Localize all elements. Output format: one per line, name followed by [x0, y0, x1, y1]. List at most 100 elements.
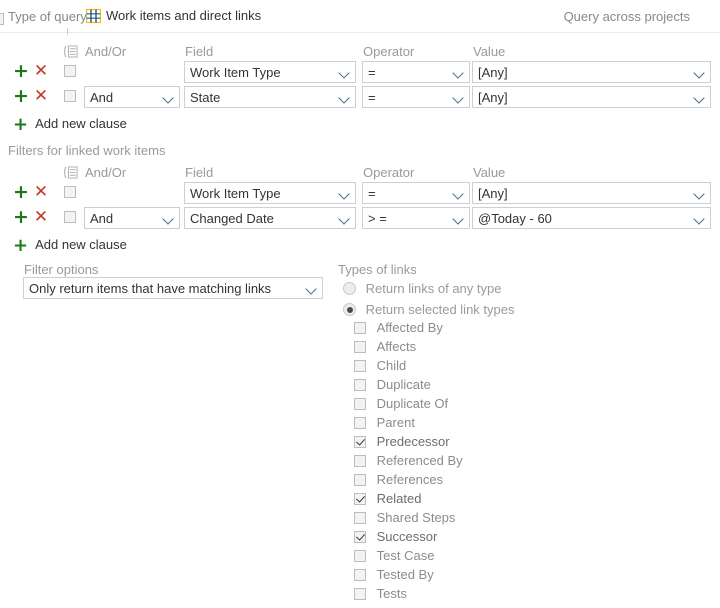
- chevron-down-icon: [307, 285, 316, 290]
- add-clause-icon[interactable]: +: [13, 207, 29, 227]
- column-header-and-or: And/Or: [85, 44, 127, 59]
- column-header-and-or: And/Or: [85, 165, 127, 180]
- filter-options-dropdown[interactable]: Only return items that have matching lin…: [23, 277, 323, 299]
- delete-clause-icon[interactable]: ✕: [33, 61, 49, 81]
- link-type-checkbox: [354, 492, 366, 505]
- link-type-label: Related: [376, 491, 422, 507]
- delete-clause-icon[interactable]: ✕: [33, 86, 49, 106]
- chevron-down-icon: [340, 215, 349, 220]
- top-bar: Type of query Work items and direct link…: [0, 0, 720, 32]
- field-dropdown[interactable]: Work Item Type: [184, 182, 356, 204]
- link-type-duplicate[interactable]: Duplicate: [354, 376, 431, 392]
- query-across-projects-label: Query across projects: [563, 9, 690, 24]
- link-type-test-case[interactable]: Test Case: [354, 547, 434, 563]
- group-clauses-icon[interactable]: [62, 166, 78, 179]
- operator-dropdown-value: > =: [368, 211, 387, 226]
- value-dropdown-value: [Any]: [478, 186, 508, 201]
- group-clauses-icon[interactable]: [62, 45, 78, 58]
- value-dropdown[interactable]: @Today - 60: [472, 207, 711, 229]
- add-clause-icon[interactable]: +: [13, 86, 29, 106]
- and-or-dropdown[interactable]: And: [84, 86, 180, 108]
- column-header-operator: Operator: [363, 165, 415, 180]
- row-select-checkbox[interactable]: [64, 211, 76, 223]
- link-type-tests[interactable]: Tests: [354, 585, 407, 601]
- link-type-referenced-by[interactable]: Referenced By: [354, 452, 463, 468]
- value-dropdown[interactable]: [Any]: [472, 182, 711, 204]
- link-type-duplicate-of[interactable]: Duplicate Of: [354, 395, 448, 411]
- add-clause-icon[interactable]: +: [13, 61, 29, 81]
- delete-clause-icon[interactable]: ✕: [33, 182, 49, 202]
- operator-dropdown[interactable]: =: [362, 86, 470, 108]
- operator-dropdown[interactable]: > =: [362, 207, 470, 229]
- chevron-down-icon: [164, 94, 173, 99]
- query-type-selector[interactable]: Work items and direct links: [85, 8, 262, 23]
- add-new-clause-button[interactable]: + Add new clause: [13, 114, 127, 135]
- operator-dropdown[interactable]: =: [362, 61, 470, 83]
- link-type-checkbox: [354, 340, 366, 353]
- link-type-successor[interactable]: Successor: [354, 528, 437, 544]
- link-type-affected-by[interactable]: Affected By: [354, 319, 443, 335]
- link-type-label: Successor: [376, 529, 438, 545]
- link-type-child[interactable]: Child: [354, 357, 406, 373]
- link-type-checkbox: [354, 359, 366, 372]
- radio-return-any-link-type[interactable]: Return links of any type: [343, 280, 501, 296]
- link-type-references[interactable]: References: [354, 471, 443, 487]
- value-dropdown-value: [Any]: [478, 65, 508, 80]
- radio-return-selected-link-types[interactable]: Return selected link types: [343, 301, 514, 317]
- add-new-clause-label: Add new clause: [35, 237, 127, 252]
- add-clause-icon[interactable]: +: [13, 182, 29, 202]
- link-type-checkbox: [354, 549, 366, 562]
- chevron-down-icon: [340, 69, 349, 74]
- field-dropdown[interactable]: Changed Date: [184, 207, 356, 229]
- chevron-down-icon: [454, 190, 463, 195]
- radio-label: Return links of any type: [365, 281, 502, 297]
- link-type-parent[interactable]: Parent: [354, 414, 415, 430]
- operator-dropdown-value: =: [368, 186, 376, 201]
- link-type-label: Child: [376, 358, 407, 374]
- grid-icon: [85, 8, 102, 23]
- link-type-affects[interactable]: Affects: [354, 338, 416, 354]
- chevron-down-icon: [340, 190, 349, 195]
- field-dropdown[interactable]: State: [184, 86, 356, 108]
- operator-dropdown[interactable]: =: [362, 182, 470, 204]
- field-dropdown[interactable]: Work Item Type: [184, 61, 356, 83]
- link-type-related[interactable]: Related: [354, 490, 421, 506]
- field-dropdown-value: Work Item Type: [190, 186, 281, 201]
- chevron-down-icon: [695, 94, 704, 99]
- value-dropdown-value: @Today - 60: [478, 211, 552, 226]
- field-dropdown-value: Changed Date: [190, 211, 274, 226]
- chevron-down-icon: [695, 69, 704, 74]
- value-dropdown[interactable]: [Any]: [472, 61, 711, 83]
- query-type-value: Work items and direct links: [106, 8, 262, 23]
- link-type-shared-steps[interactable]: Shared Steps: [354, 509, 455, 525]
- link-type-checkbox: [354, 416, 366, 429]
- link-type-label: Shared Steps: [376, 510, 456, 526]
- filter-options-value: Only return items that have matching lin…: [29, 281, 272, 296]
- link-type-checkbox: [354, 511, 366, 524]
- link-type-label: Tested By: [376, 567, 434, 583]
- table-row: + ✕ Work Item Type = [Any]: [0, 61, 720, 86]
- filter-options-label: Filter options: [24, 262, 99, 277]
- column-tick-mark: [67, 28, 68, 35]
- add-icon: +: [13, 235, 29, 256]
- row-select-checkbox[interactable]: [64, 65, 76, 77]
- link-type-checkbox: [354, 378, 366, 391]
- value-dropdown[interactable]: [Any]: [472, 86, 711, 108]
- link-type-label: Affects: [376, 339, 417, 355]
- link-type-tested-by[interactable]: Tested By: [354, 566, 434, 582]
- and-or-dropdown-value: And: [90, 211, 114, 226]
- and-or-dropdown[interactable]: And: [84, 207, 180, 229]
- radio-label: Return selected link types: [365, 302, 515, 318]
- link-type-checkbox: [354, 568, 366, 581]
- table-row: + ✕ And Changed Date > = @Today - 60: [0, 207, 720, 232]
- link-type-checkbox: [354, 435, 366, 448]
- delete-clause-icon[interactable]: ✕: [33, 207, 49, 227]
- query-across-projects-checkbox[interactable]: [0, 12, 4, 25]
- row-select-checkbox[interactable]: [64, 186, 76, 198]
- link-type-predecessor[interactable]: Predecessor: [354, 433, 450, 449]
- chevron-down-icon: [454, 69, 463, 74]
- row-select-checkbox[interactable]: [64, 90, 76, 102]
- add-new-clause-button[interactable]: + Add new clause: [13, 235, 127, 256]
- chevron-down-icon: [454, 94, 463, 99]
- chevron-down-icon: [695, 215, 704, 220]
